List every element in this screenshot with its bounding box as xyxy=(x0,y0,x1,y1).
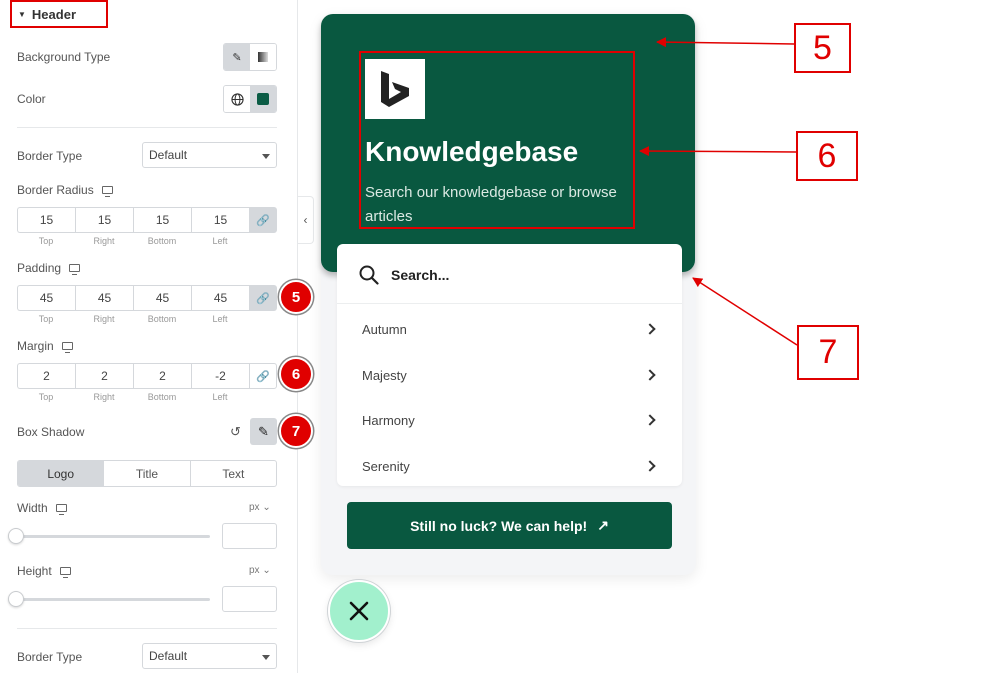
arrow-7 xyxy=(692,277,798,346)
arrow-5 xyxy=(656,37,795,48)
stage: ▼ Header Background Type ✎ Color Border … xyxy=(0,0,998,673)
annotation-arrows xyxy=(639,37,798,346)
arrow-6 xyxy=(639,146,797,157)
